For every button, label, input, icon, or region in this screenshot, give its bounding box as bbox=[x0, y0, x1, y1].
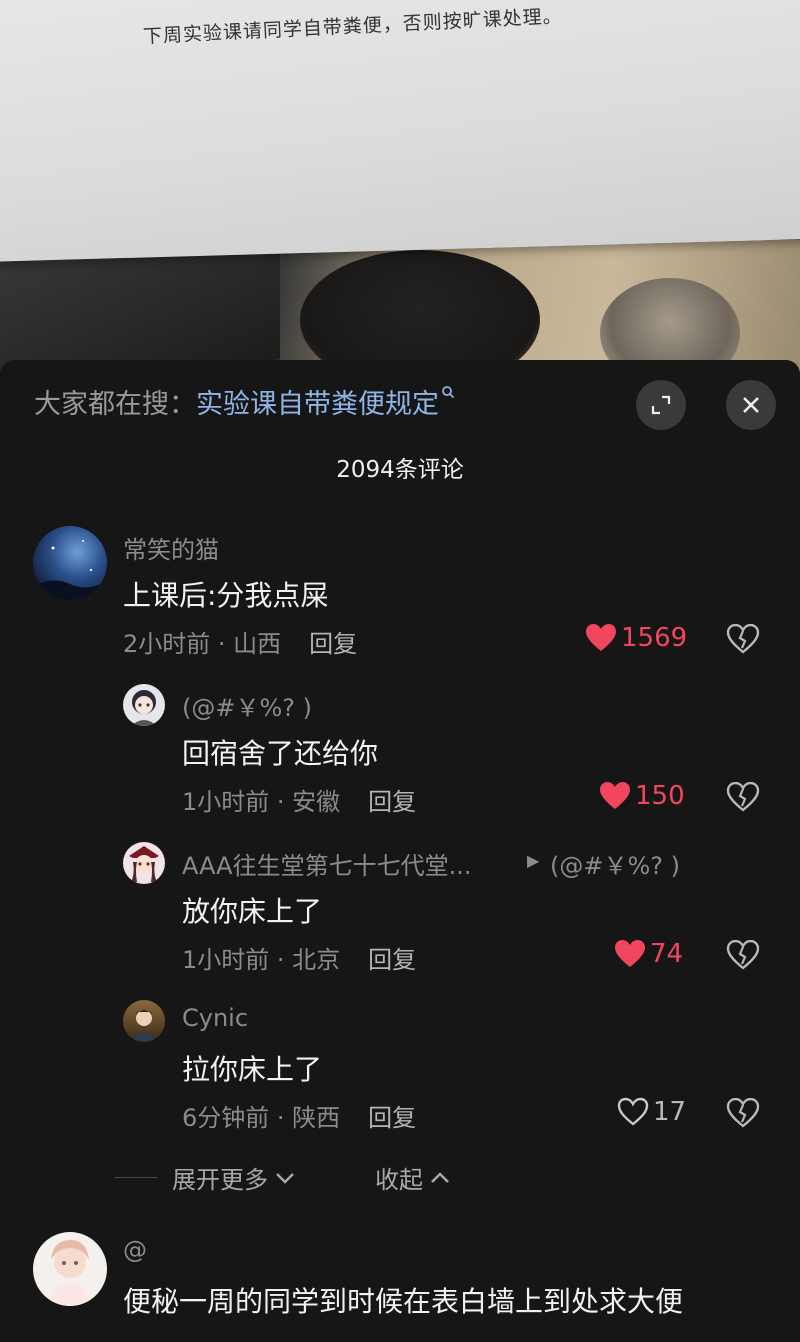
reply-text: 放你床上了 bbox=[182, 895, 323, 928]
reply-meta: 6分钟前 · 陕西 回复 bbox=[182, 1104, 417, 1132]
comment-username[interactable]: 常笑的猫 bbox=[123, 530, 219, 565]
trending-search-label: 大家都在搜： bbox=[34, 389, 196, 420]
reply-location: 北京 bbox=[292, 946, 341, 974]
broken-heart-icon bbox=[726, 781, 760, 812]
like-count: 17 bbox=[653, 1097, 687, 1127]
video-frame: 下周实验课请同学自带粪便，否则按旷课处理。 bbox=[0, 0, 800, 380]
collapse-button[interactable]: 收起 bbox=[375, 1160, 451, 1195]
thread-controls: 展开更多 收起 bbox=[0, 1160, 800, 1196]
collapse-label: 收起 bbox=[375, 1166, 423, 1194]
heart-outline-icon bbox=[617, 1097, 649, 1126]
dislike-button[interactable] bbox=[726, 939, 760, 974]
reply-meta: 1小时前 · 安徽 回复 bbox=[182, 788, 417, 816]
like-button[interactable]: 74 bbox=[614, 939, 683, 969]
broken-heart-icon bbox=[726, 1097, 760, 1128]
reply-button[interactable]: 回复 bbox=[368, 788, 416, 816]
trending-search[interactable]: 大家都在搜： 实验课自带粪便规定 bbox=[34, 382, 455, 421]
reply-time: 6分钟前 bbox=[182, 1104, 270, 1132]
like-count: 74 bbox=[650, 939, 684, 969]
reply-button[interactable]: 回复 bbox=[309, 630, 357, 658]
search-icon bbox=[441, 384, 455, 403]
chevron-down-icon bbox=[276, 1172, 294, 1184]
like-button[interactable]: 1569 bbox=[585, 623, 687, 653]
comment-text: 便秘一周的同学到时候在表白墙上到处求大便 bbox=[123, 1285, 684, 1318]
chevron-up-icon bbox=[431, 1171, 449, 1183]
reply-username[interactable]: AAA往生堂第七十七代堂... bbox=[182, 846, 471, 881]
comment-meta: 2小时前 · 山西 回复 bbox=[123, 630, 358, 658]
reply-time: 1小时前 bbox=[182, 946, 270, 974]
reply-button[interactable]: 回复 bbox=[368, 1104, 416, 1132]
comment-time: 2小时前 bbox=[123, 630, 211, 658]
heart-filled-icon bbox=[586, 624, 616, 651]
comment-count: 2094条评论 bbox=[336, 457, 464, 483]
broken-heart-icon bbox=[726, 939, 760, 970]
broken-heart-icon bbox=[726, 623, 760, 654]
reply-button[interactable]: 回复 bbox=[368, 946, 416, 974]
close-button[interactable] bbox=[726, 380, 776, 430]
reply-username[interactable]: (@#￥%? ) bbox=[182, 688, 312, 723]
reply-location: 安徽 bbox=[292, 788, 341, 816]
divider bbox=[115, 1177, 157, 1178]
avatar[interactable] bbox=[123, 842, 165, 884]
paper-notice: 下周实验课请同学自带粪便，否则按旷课处理。 bbox=[0, 0, 800, 263]
like-count: 1569 bbox=[621, 623, 688, 653]
avatar[interactable] bbox=[123, 1000, 165, 1042]
avatar[interactable] bbox=[33, 526, 107, 600]
dislike-button[interactable] bbox=[726, 623, 760, 658]
dislike-button[interactable] bbox=[726, 781, 760, 816]
heart-filled-icon bbox=[615, 940, 645, 967]
avatar[interactable] bbox=[123, 684, 165, 726]
reply-time: 1小时前 bbox=[182, 788, 270, 816]
comment-username[interactable]: @ bbox=[123, 1236, 147, 1264]
avatar[interactable] bbox=[33, 1232, 107, 1306]
comment-location: 山西 bbox=[233, 630, 282, 658]
reply-to-username[interactable]: (@#￥%? ) bbox=[550, 846, 680, 881]
paper-notice-text: 下周实验课请同学自带粪便，否则按旷课处理。 bbox=[142, 5, 564, 48]
like-button[interactable]: 150 bbox=[599, 781, 685, 811]
expand-more-label: 展开更多 bbox=[172, 1166, 268, 1194]
reply-location: 陕西 bbox=[292, 1104, 341, 1132]
reply-meta: 1小时前 · 北京 回复 bbox=[182, 946, 417, 974]
reply-text: 回宿舍了还给你 bbox=[182, 737, 379, 770]
expand-more-button[interactable]: 展开更多 bbox=[172, 1160, 296, 1195]
reply-to-arrow-icon: ▶ bbox=[527, 851, 540, 870]
heart-filled-icon bbox=[600, 782, 630, 809]
expand-icon bbox=[651, 395, 671, 415]
like-count: 150 bbox=[635, 781, 685, 811]
comment-text: 上课后:分我点屎 bbox=[123, 579, 329, 612]
trending-search-term[interactable]: 实验课自带粪便规定 bbox=[196, 382, 439, 421]
reply-username[interactable]: Cynic bbox=[182, 1004, 248, 1032]
expand-sheet-button[interactable] bbox=[636, 380, 686, 430]
like-button[interactable]: 17 bbox=[617, 1097, 686, 1127]
dislike-button[interactable] bbox=[726, 1097, 760, 1132]
close-icon bbox=[743, 397, 759, 413]
reply-text: 拉你床上了 bbox=[182, 1053, 323, 1086]
